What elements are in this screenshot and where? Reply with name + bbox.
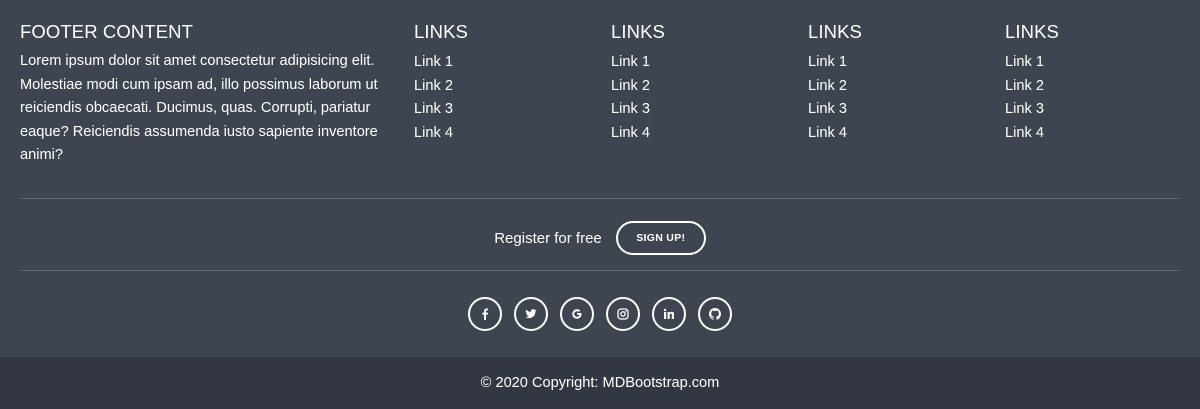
linkedin-button[interactable] xyxy=(652,297,686,331)
register-text: Register for free xyxy=(494,229,602,247)
facebook-button[interactable] xyxy=(468,297,502,331)
instagram-icon xyxy=(617,308,629,320)
footer-link[interactable]: Link 4 xyxy=(414,125,453,141)
footer-content-title: FOOTER CONTENT xyxy=(20,21,194,42)
list-item: Link 3 xyxy=(808,97,988,121)
footer-link[interactable]: Link 2 xyxy=(414,78,453,94)
list-item: Link 3 xyxy=(611,97,791,121)
footer-link[interactable]: Link 3 xyxy=(808,101,847,117)
footer-link[interactable]: Link 1 xyxy=(1005,54,1044,70)
links-column-1: LINKS Link 1 Link 2 Link 3 Link 4 xyxy=(414,20,594,144)
list-item: Link 4 xyxy=(1005,121,1185,145)
copyright-text: © 2020 Copyright: xyxy=(480,375,603,391)
footer-link[interactable]: Link 3 xyxy=(414,101,453,117)
footer-link[interactable]: Link 4 xyxy=(1005,125,1044,141)
footer-link[interactable]: Link 1 xyxy=(611,54,650,70)
facebook-icon xyxy=(482,308,489,320)
footer-link[interactable]: Link 2 xyxy=(611,78,650,94)
links-column-title: LINKS xyxy=(808,21,862,42)
google-button[interactable] xyxy=(560,297,594,331)
list-item: Link 2 xyxy=(414,74,594,98)
list-item: Link 2 xyxy=(611,74,791,98)
footer-link[interactable]: Link 2 xyxy=(808,78,847,94)
links-list: Link 1 Link 2 Link 3 Link 4 xyxy=(1005,50,1185,144)
footer-link[interactable]: Link 3 xyxy=(611,101,650,117)
links-list: Link 1 Link 2 Link 3 Link 4 xyxy=(611,50,791,144)
links-column-2: LINKS Link 1 Link 2 Link 3 Link 4 xyxy=(611,20,791,144)
list-item: Link 2 xyxy=(808,74,988,98)
footer: FOOTER CONTENT Lorem ipsum dolor sit ame… xyxy=(0,0,1200,357)
twitter-icon xyxy=(525,309,537,319)
linkedin-icon xyxy=(663,308,674,319)
footer-link[interactable]: Link 4 xyxy=(611,125,650,141)
list-item: Link 3 xyxy=(414,97,594,121)
footer-link[interactable]: Link 1 xyxy=(414,54,453,70)
list-item: Link 1 xyxy=(414,50,594,74)
list-item: Link 3 xyxy=(1005,97,1185,121)
footer-link[interactable]: Link 4 xyxy=(808,125,847,141)
list-item: Link 4 xyxy=(611,121,791,145)
copyright-link[interactable]: MDBootstrap.com xyxy=(603,375,720,391)
github-button[interactable] xyxy=(698,297,732,331)
links-column-title: LINKS xyxy=(611,21,665,42)
divider xyxy=(20,270,1180,271)
sign-up-button[interactable]: SIGN UP! xyxy=(615,221,706,255)
links-column-3: LINKS Link 1 Link 2 Link 3 Link 4 xyxy=(808,20,988,144)
links-list: Link 1 Link 2 Link 3 Link 4 xyxy=(808,50,988,144)
footer-link[interactable]: Link 1 xyxy=(808,54,847,70)
footer-about-column: FOOTER CONTENT Lorem ipsum dolor sit ame… xyxy=(20,20,400,168)
list-item: Link 1 xyxy=(1005,50,1185,74)
divider xyxy=(20,198,1180,199)
links-column-title: LINKS xyxy=(414,21,468,42)
register-row: Register for free SIGN UP! xyxy=(0,221,1200,255)
footer-content-text: Lorem ipsum dolor sit amet consectetur a… xyxy=(20,53,378,164)
footer-link[interactable]: Link 3 xyxy=(1005,101,1044,117)
list-item: Link 1 xyxy=(611,50,791,74)
copyright-bar: © 2020 Copyright: MDBootstrap.com xyxy=(0,357,1200,409)
instagram-button[interactable] xyxy=(606,297,640,331)
list-item: Link 4 xyxy=(414,121,594,145)
footer-link[interactable]: Link 2 xyxy=(1005,78,1044,94)
social-buttons-row xyxy=(0,297,1200,331)
links-list: Link 1 Link 2 Link 3 Link 4 xyxy=(414,50,594,144)
links-column-4: LINKS Link 1 Link 2 Link 3 Link 4 xyxy=(1005,20,1185,144)
twitter-button[interactable] xyxy=(514,297,548,331)
footer-top-row: FOOTER CONTENT Lorem ipsum dolor sit ame… xyxy=(20,20,1180,180)
list-item: Link 1 xyxy=(808,50,988,74)
google-icon xyxy=(572,309,582,319)
list-item: Link 2 xyxy=(1005,74,1185,98)
links-column-title: LINKS xyxy=(1005,21,1059,42)
github-icon xyxy=(709,308,721,320)
list-item: Link 4 xyxy=(808,121,988,145)
